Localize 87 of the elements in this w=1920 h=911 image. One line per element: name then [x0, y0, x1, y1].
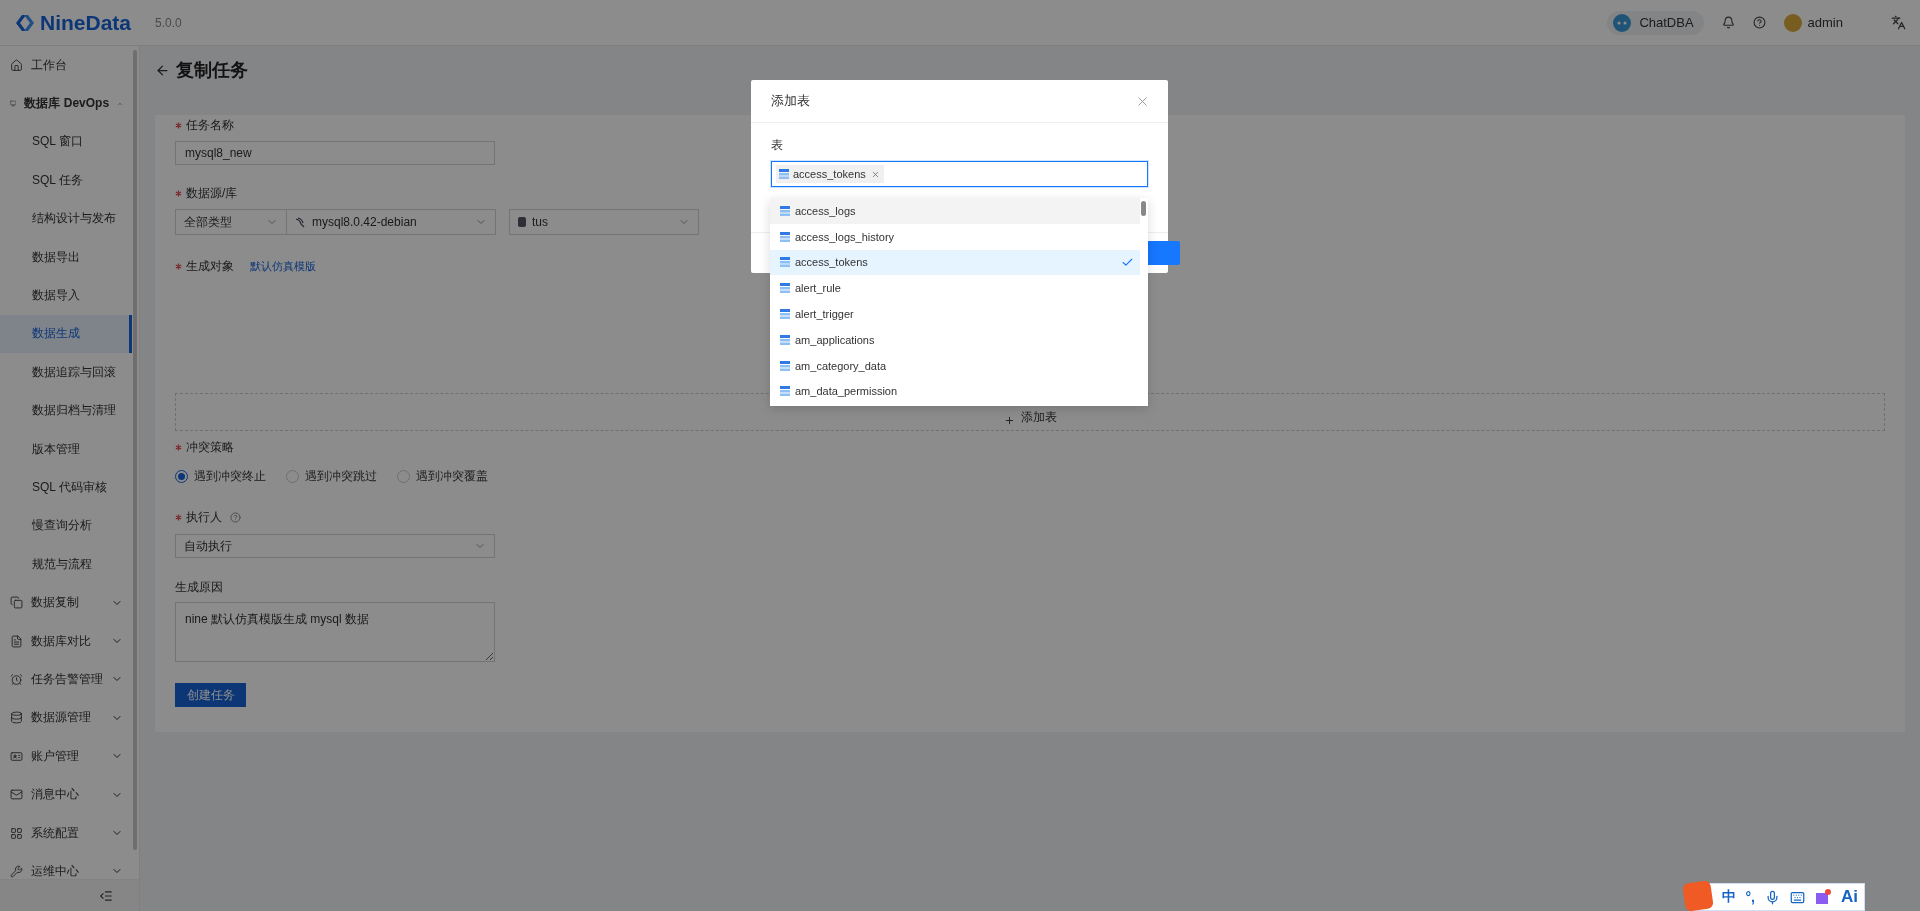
radio-option[interactable]: 遇到冲突跳过 — [286, 467, 377, 485]
table-icon — [780, 257, 790, 268]
table-icon — [780, 360, 790, 371]
ime-ai[interactable]: Ai — [1841, 887, 1858, 907]
copy-icon — [10, 596, 23, 610]
wrench-icon — [10, 864, 23, 878]
help-icon[interactable] — [230, 511, 241, 523]
field-label: 表 — [771, 137, 784, 154]
logo-icon — [14, 12, 36, 33]
sidebar-item[interactable]: 数据归档与清理 — [0, 391, 132, 430]
logo-text: NineData — [40, 10, 132, 35]
microphone-icon[interactable] — [1765, 889, 1780, 905]
radio-option[interactable]: 遇到冲突覆盖 — [397, 467, 488, 485]
sidebar-item[interactable]: 工作台 — [0, 46, 132, 85]
sidebar-item[interactable]: 账户管理 — [0, 737, 132, 776]
document-icon — [10, 634, 23, 648]
field-label: 生成原因 — [175, 578, 223, 596]
table-tag: access_tokens — [776, 165, 884, 183]
chat-bot-icon — [1613, 13, 1632, 32]
plus-icon — [1003, 415, 1015, 426]
collapse-button[interactable] — [99, 888, 113, 903]
table-icon — [780, 309, 790, 320]
table-icon — [780, 283, 790, 294]
create-task-button[interactable]: 创建任务 — [175, 683, 246, 707]
dropdown-option[interactable]: access_tokens — [770, 249, 1140, 276]
sidebar-item[interactable]: 数据导入 — [0, 276, 132, 315]
sidebar-item[interactable]: 系统配置 — [0, 813, 132, 853]
chat-button[interactable]: ChatDBA — [1607, 10, 1704, 35]
instance-select[interactable]: mysql8.0.42-debian — [287, 209, 496, 235]
radio-button[interactable] — [175, 469, 188, 483]
avatar[interactable] — [1783, 13, 1802, 32]
ime-punctuation[interactable]: °, — [1745, 889, 1755, 905]
sidebar-item[interactable]: 运维中心 — [0, 852, 132, 879]
check-icon — [1121, 256, 1134, 269]
sidebar-item[interactable]: 消息中心 — [0, 775, 132, 814]
template-link[interactable]: 默认仿真模版 — [250, 258, 316, 274]
sidebar-item[interactable]: 数据导出 — [0, 237, 132, 277]
type-select[interactable]: 全部类型 — [175, 209, 287, 235]
reason-field[interactable]: nine 默认仿真模版生成 mysql 数据 — [175, 602, 495, 662]
version-text: 5.0.0 — [155, 15, 182, 30]
dropdown-option[interactable]: access_logs — [770, 198, 1140, 224]
mail-icon — [10, 788, 23, 802]
table-icon — [780, 334, 790, 345]
id-card-icon — [10, 749, 23, 763]
field-label: 任务名称 — [186, 116, 234, 134]
table-icon — [780, 205, 790, 216]
executor-select[interactable]: 自动执行 — [175, 534, 495, 558]
ime-mode[interactable]: 中 — [1721, 888, 1736, 906]
field-label: 执行人 — [186, 508, 222, 526]
help-button[interactable] — [1752, 16, 1766, 29]
sidebar-item[interactable]: 数据追踪与回滚 — [0, 353, 132, 392]
notification-button[interactable] — [1721, 16, 1735, 29]
sidebar-item[interactable]: 版本管理 — [0, 429, 132, 469]
back-button[interactable] — [155, 62, 170, 78]
field-label: 冲突策略 — [186, 438, 234, 456]
alarm-icon — [10, 672, 23, 686]
sidebar-item[interactable]: 数据库对比 — [0, 621, 132, 661]
sidebar-item[interactable]: 数据库 DevOps — [0, 84, 132, 123]
field-label: 生成对象 — [186, 257, 234, 275]
sidebar-item[interactable]: 规范与流程 — [0, 545, 132, 584]
sidebar-item[interactable]: 数据生成 — [0, 314, 132, 354]
sidebar-item[interactable]: SQL 任务 — [0, 161, 132, 200]
radio-option[interactable]: 遇到冲突终止 — [175, 467, 266, 485]
sidebar-item[interactable]: SQL 代码审核 — [0, 468, 132, 507]
house-icon — [10, 58, 23, 72]
sidebar-item[interactable]: SQL 窗口 — [0, 122, 132, 162]
language-button[interactable] — [1891, 15, 1906, 30]
dialog-title: 添加表 — [771, 92, 810, 110]
scrollbar[interactable] — [1141, 201, 1146, 216]
sidebar-item[interactable]: 结构设计与发布 — [0, 199, 132, 238]
keyboard-icon[interactable] — [1790, 889, 1805, 905]
database-select[interactable]: tus — [509, 209, 699, 235]
table-icon — [779, 169, 789, 179]
table-select[interactable]: access_tokens — [771, 161, 1148, 187]
table-icon — [780, 386, 790, 397]
sidebar-item[interactable]: 数据源管理 — [0, 698, 132, 738]
table-icon — [780, 231, 790, 242]
page-title: 复制任务 — [176, 59, 248, 82]
grid-icon — [10, 826, 23, 840]
sidebar-item[interactable]: 数据复制 — [0, 583, 132, 622]
sidebar-item[interactable]: 任务告警管理 — [0, 660, 132, 699]
user-name[interactable]: admin — [1807, 15, 1843, 30]
field-label: 数据源/库 — [186, 184, 238, 202]
close-icon — [870, 169, 880, 179]
input-field[interactable]: mysql8_new — [175, 141, 495, 165]
ime-logo-icon — [1681, 880, 1714, 911]
sidebar-item[interactable]: 慢查询分析 — [0, 506, 132, 546]
